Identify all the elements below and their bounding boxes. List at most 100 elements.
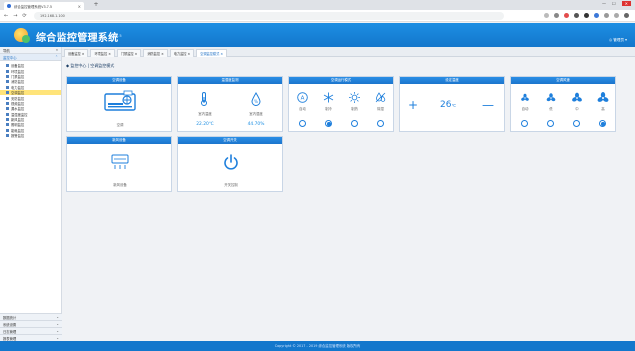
browser-tab[interactable]: 综合监控管理系统V3.7.5 × bbox=[4, 2, 84, 10]
extension-icon[interactable] bbox=[604, 13, 609, 18]
address-bar-row: ← → ⟳ 192.168.1.100 bbox=[0, 10, 635, 22]
menu-icon[interactable] bbox=[624, 13, 629, 18]
close-tab-icon[interactable]: × bbox=[78, 4, 81, 9]
maximize-button[interactable]: ☐ bbox=[612, 1, 616, 6]
sidebar-section[interactable]: 数据统计 ⌄ bbox=[0, 313, 62, 320]
extensions-area bbox=[544, 13, 629, 18]
sidebar-bottom-sections: 数据统计 ⌄ 系统设置 ⌄ 日志管理 ⌄ 报表管理 ⌄ bbox=[0, 313, 62, 341]
panel-title: 空调风速 bbox=[511, 77, 615, 84]
fan-radio[interactable] bbox=[547, 120, 554, 127]
content-tab[interactable]: 消防监控 × bbox=[143, 49, 168, 57]
panel-set-temperature: 设定温度 + 26℃ — bbox=[399, 76, 505, 132]
minimize-button[interactable]: — bbox=[602, 1, 606, 6]
fan-icon bbox=[521, 93, 529, 101]
sidebar-header-label: 导航 bbox=[3, 49, 10, 53]
sidebar-item-label: 新风监控 bbox=[11, 118, 25, 123]
fresh-air-unit-icon bbox=[111, 154, 129, 169]
sidebar-item-icon bbox=[6, 85, 9, 89]
fan-radio[interactable] bbox=[573, 120, 580, 127]
air-conditioner-icon bbox=[104, 90, 136, 111]
temp-decrease-button[interactable]: — bbox=[482, 98, 494, 112]
temp-label: 室内温度 bbox=[198, 112, 212, 116]
sidebar-section[interactable]: 报表管理 ⌄ bbox=[0, 334, 62, 341]
extension-icon[interactable] bbox=[584, 13, 589, 18]
profile-icon[interactable] bbox=[614, 13, 619, 18]
sidebar-item-label: 电力监控 bbox=[11, 85, 25, 90]
app-footer: Copyright © 2017 - 2019 综合监控管理系统 版权所有 bbox=[0, 341, 635, 351]
content-tab[interactable]: 空调监控模式 × bbox=[196, 49, 227, 57]
sun-icon bbox=[349, 92, 360, 103]
reload-button[interactable]: ⟳ bbox=[22, 13, 26, 19]
svg-text:%: % bbox=[254, 99, 258, 104]
browser-tab-bar: 综合监控管理系统V3.7.5 × + — ☐ ✕ bbox=[0, 0, 635, 10]
sidebar-item[interactable]: 报警监控 bbox=[0, 133, 61, 138]
dehumidify-icon bbox=[375, 92, 386, 103]
sidebar-item-label: 温湿度监控 bbox=[11, 112, 28, 117]
sidebar-item-icon bbox=[6, 91, 9, 95]
sidebar-section-label: 报表管理 bbox=[3, 337, 17, 341]
fan-option-label: 高 bbox=[601, 107, 605, 111]
sidebar-item-icon bbox=[6, 96, 9, 100]
fan-option-label: 中 bbox=[575, 107, 579, 111]
content-tab[interactable]: 环境监控 × bbox=[90, 49, 115, 57]
humidity-drop-icon: % bbox=[251, 92, 261, 106]
thermometer-icon bbox=[201, 92, 207, 106]
fan-option-label: 低 bbox=[549, 107, 553, 111]
user-menu[interactable]: ◎ 管理员 ▾ bbox=[609, 38, 627, 43]
chevron-down-icon: ⌄ bbox=[56, 322, 59, 326]
snowflake-icon bbox=[323, 92, 334, 103]
new-tab-button[interactable]: + bbox=[92, 2, 100, 8]
mode-radio[interactable] bbox=[299, 120, 306, 127]
sidebar-item-label: 空调监控 bbox=[11, 91, 25, 96]
fan-radio[interactable] bbox=[521, 120, 528, 127]
mode-radio[interactable] bbox=[325, 120, 332, 127]
mode-option-label: 制冷 bbox=[325, 107, 332, 111]
sidebar-list: 设备监控 环境监控 门禁监控 消防监控 电力监控 空调监控 安防监控 视频监控 漏水监控 温湿度监… bbox=[0, 61, 61, 138]
extension-icon[interactable] bbox=[574, 13, 579, 18]
temp-value: 22.20℃ bbox=[196, 122, 214, 127]
mode-option-label: 制热 bbox=[351, 107, 358, 111]
breadcrumb: ◆ 监控中心 | 空调监控模式 bbox=[66, 63, 115, 68]
mode-option-label: 自动 bbox=[299, 107, 306, 111]
fan-radio[interactable] bbox=[599, 120, 606, 127]
sidebar-section[interactable]: 日志管理 ⌄ bbox=[0, 327, 62, 334]
sidebar-section-monitoring[interactable]: 监控中心 ⌃ bbox=[0, 54, 61, 61]
panel-ac-device: 空调设备 空调 bbox=[66, 76, 172, 132]
temp-increase-button[interactable]: + bbox=[408, 98, 418, 112]
app-title: 综合监控管理系统 bbox=[36, 33, 119, 44]
mode-option-label: 除湿 bbox=[377, 107, 384, 111]
sidebar-header: 导航 « bbox=[0, 47, 61, 54]
chevron-down-icon: ⌄ bbox=[56, 336, 59, 340]
star-icon[interactable] bbox=[544, 13, 549, 18]
content-tab[interactable]: 电力监控 × bbox=[169, 49, 195, 57]
extension-icon[interactable] bbox=[594, 13, 599, 18]
sidebar-section-label: 监控中心 bbox=[3, 56, 17, 60]
panel-title: 空调设备 bbox=[67, 77, 171, 84]
forward-button[interactable]: → bbox=[13, 13, 17, 19]
url-input[interactable]: 192.168.1.100 bbox=[34, 12, 504, 20]
set-temp-value: 26℃ bbox=[440, 100, 456, 110]
mode-radio[interactable] bbox=[351, 120, 358, 127]
panel-title: 新风设备 bbox=[67, 137, 171, 144]
collapse-icon[interactable]: « bbox=[56, 48, 58, 52]
content-tab[interactable]: 门禁监控 × bbox=[116, 49, 142, 57]
sidebar-item-label: 设备监控 bbox=[11, 64, 25, 69]
sidebar-section[interactable]: 系统设置 ⌄ bbox=[0, 320, 62, 327]
app-header: 综合监控管理系统 V3.7.5 ◎ 管理员 ▾ bbox=[0, 23, 635, 47]
sidebar-item-icon bbox=[6, 69, 9, 73]
sidebar-item-label: 消防监控 bbox=[11, 80, 25, 85]
panel-mode: 空调运行模式 A 自动 制冷 制热 除湿 bbox=[288, 76, 394, 132]
window-controls: — ☐ ✕ bbox=[602, 1, 631, 6]
mode-radio[interactable] bbox=[377, 120, 384, 127]
sidebar: 导航 « 监控中心 ⌃ 设备监控 环境监控 门禁监控 消防监控 电力监控 空调监控 安防监控… bbox=[0, 47, 62, 341]
sidebar-section-label: 系统设置 bbox=[3, 323, 17, 327]
panel-fan-speed: 空调风速 自动 低 中 高 bbox=[510, 76, 616, 132]
extension-icon[interactable] bbox=[554, 13, 559, 18]
content-tab[interactable]: 设备监控 × bbox=[64, 49, 89, 57]
back-button[interactable]: ← bbox=[4, 13, 8, 19]
extension-icon[interactable] bbox=[564, 13, 569, 18]
power-icon[interactable] bbox=[223, 154, 239, 170]
close-window-button[interactable]: ✕ bbox=[621, 1, 631, 6]
sidebar-item-icon bbox=[6, 128, 9, 132]
sidebar-item-icon bbox=[6, 123, 9, 127]
